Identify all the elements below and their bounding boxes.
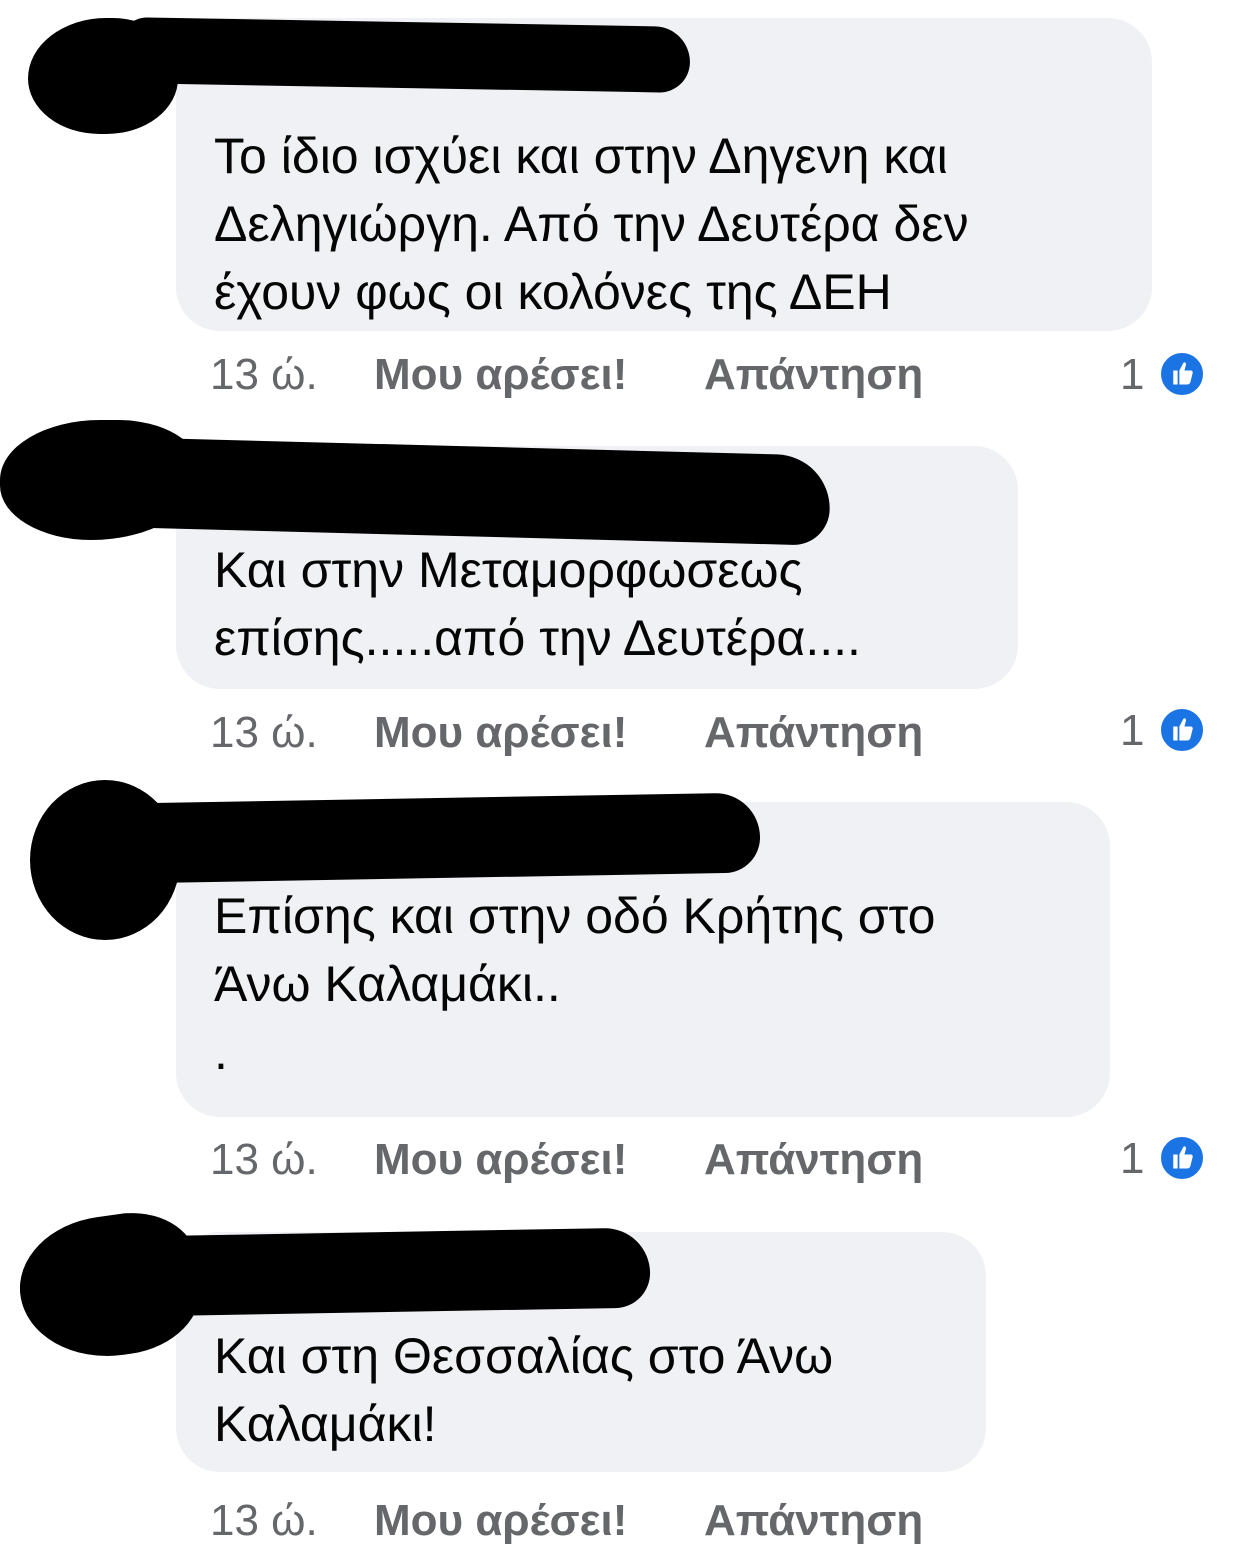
reaction-count: 1: [1120, 350, 1145, 399]
comment-text: Το ίδιο ισχύει και στην Δηγενη και Δεληγ…: [214, 128, 969, 320]
redacted-name: [129, 1227, 651, 1317]
reaction-summary[interactable]: 1: [1120, 350, 1210, 410]
comment-timestamp[interactable]: 13 ώ.: [210, 350, 318, 400]
comment-3: Επίσης και στην οδό Κρήτης στο Άνω Καλαμ…: [0, 780, 1242, 1210]
thumbs-up-icon: [1158, 706, 1206, 754]
comment-timestamp[interactable]: 13 ώ.: [210, 1496, 318, 1546]
comment-timestamp[interactable]: 13 ώ.: [210, 1135, 318, 1185]
reply-button[interactable]: Απάντηση: [704, 1135, 923, 1185]
comment-text: Και στην Μεταμορφωσεως επίσης.....από τη…: [214, 542, 861, 666]
thumbs-up-icon: [1158, 350, 1206, 398]
reply-button[interactable]: Απάντηση: [704, 350, 923, 400]
like-button[interactable]: Μου αρέσει!: [374, 708, 627, 758]
reaction-summary[interactable]: 1: [1120, 706, 1210, 766]
like-button[interactable]: Μου αρέσει!: [374, 350, 627, 400]
redacted-name: [119, 792, 761, 884]
thumbs-up-icon: [1158, 1134, 1206, 1182]
redacted-name: [119, 17, 691, 93]
comment-1: Το ίδιο ισχύει και στην Δηγενη και Δεληγ…: [0, 0, 1242, 410]
comment-timestamp[interactable]: 13 ώ.: [210, 708, 318, 758]
like-button[interactable]: Μου αρέσει!: [374, 1496, 627, 1546]
comment-2: Και στην Μεταμορφωσεως επίσης.....από τη…: [0, 410, 1242, 780]
reaction-count: 1: [1120, 706, 1145, 755]
reaction-summary[interactable]: 1: [1120, 1134, 1210, 1194]
comment-text: Και στη Θεσσαλίας στο Άνω Καλαμάκι!: [214, 1328, 834, 1452]
reply-button[interactable]: Απάντηση: [704, 708, 923, 758]
like-button[interactable]: Μου αρέσει!: [374, 1135, 627, 1185]
comment-4: Και στη Θεσσαλίας στο Άνω Καλαμάκι! 13 ώ…: [0, 1204, 1242, 1545]
reply-button[interactable]: Απάντηση: [704, 1496, 923, 1546]
comment-text: Επίσης και στην οδό Κρήτης στο Άνω Καλαμ…: [214, 888, 936, 1080]
reaction-count: 1: [1120, 1134, 1145, 1183]
